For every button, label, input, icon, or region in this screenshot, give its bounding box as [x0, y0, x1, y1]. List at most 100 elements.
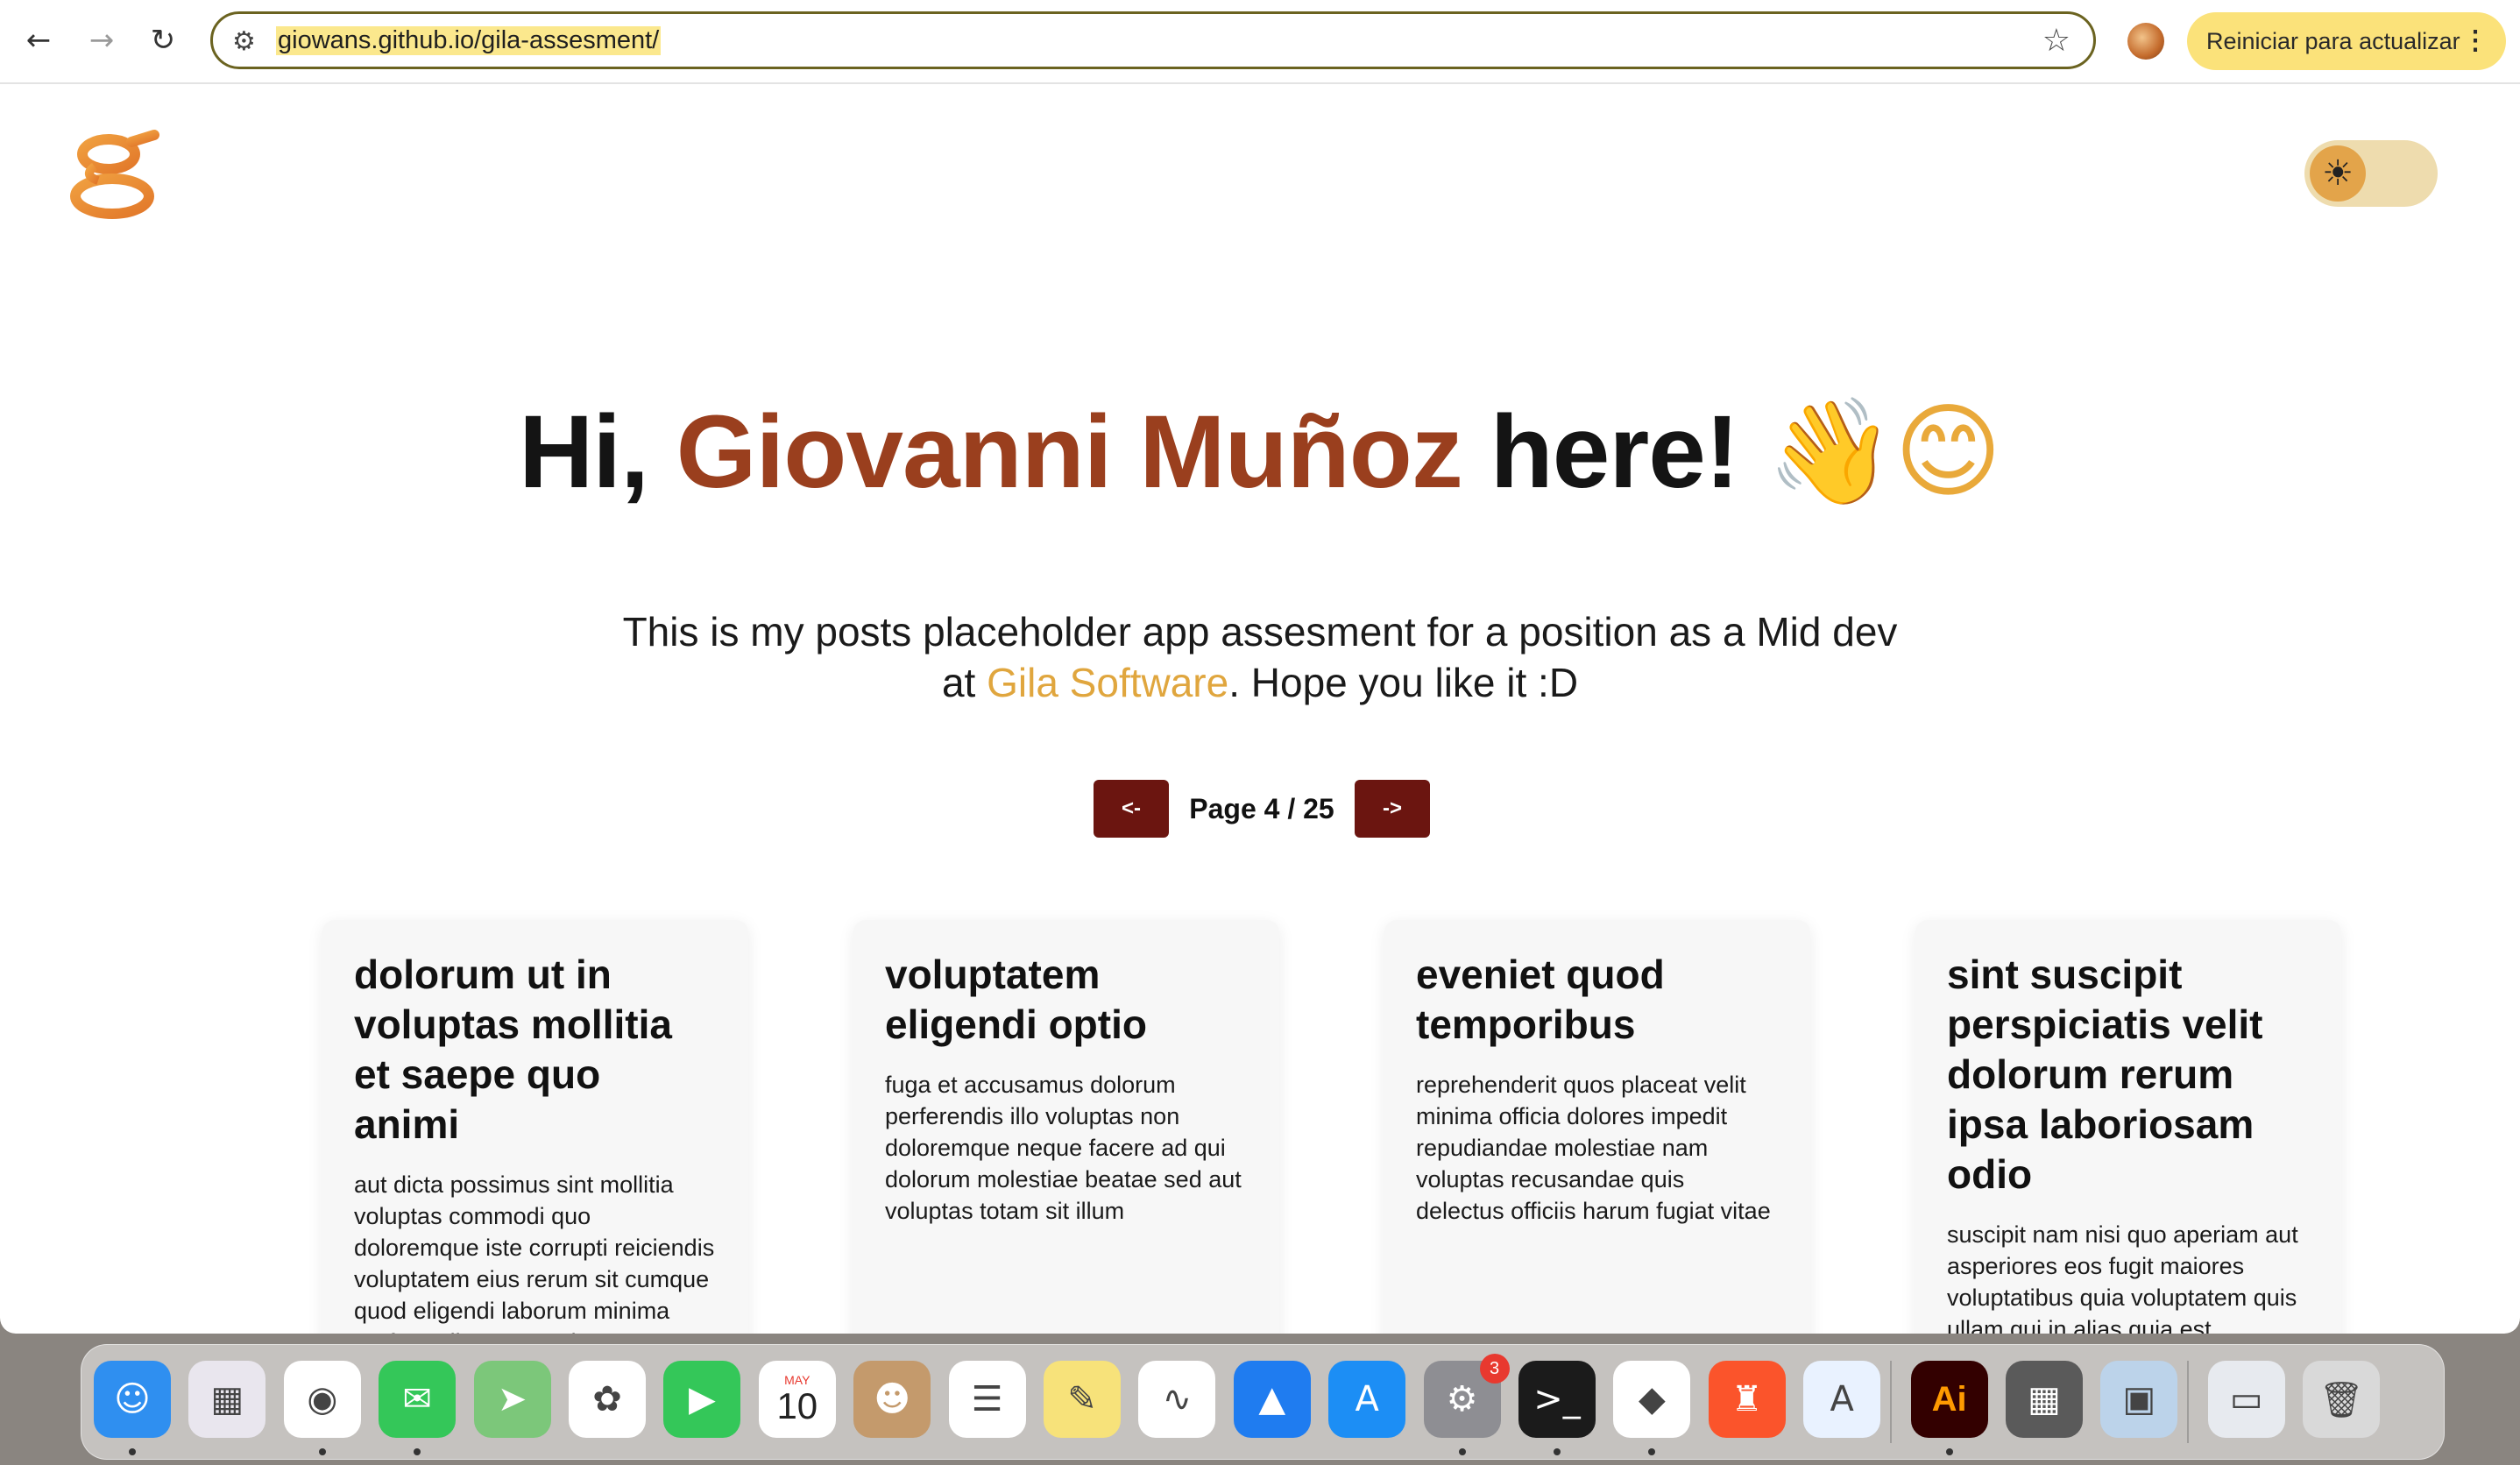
bookmark-star-icon[interactable]: ☆ [2042, 23, 2071, 59]
previous-page-label: <- [1121, 796, 1141, 820]
post-body: fuga et accusamus dolorum perferendis il… [885, 1072, 1242, 1224]
finder-glyph: ☺ [114, 1379, 151, 1419]
post-card[interactable]: dolorum ut in voluptas mollitia et saepe… [322, 920, 748, 1334]
intro-text: This is my posts placeholder app assesme… [613, 606, 1907, 708]
chrome-glyph: ◉ [307, 1379, 338, 1419]
post-title: voluptatem eligendi optio [885, 952, 1147, 1047]
launchpad-glyph: ▦ [210, 1379, 244, 1419]
more-menu-icon[interactable]: ⋮ [2462, 12, 2488, 70]
terminal-glyph: >_ [1533, 1379, 1581, 1419]
profile-avatar[interactable] [2127, 23, 2164, 60]
sun-icon: ☀ [2310, 145, 2366, 202]
preview-icon[interactable]: ▣ [2100, 1361, 2178, 1438]
xcode-instruments-icon[interactable]: A [1803, 1361, 1881, 1438]
previous-page-button[interactable]: <- [1094, 780, 1169, 838]
messages-glyph: ✉ [402, 1379, 432, 1419]
hero-suffix: here! [1490, 394, 1740, 510]
chrome-icon[interactable]: ◉ [283, 1361, 361, 1438]
contacts-icon[interactable]: ☻ [853, 1361, 931, 1438]
vscode-glyph: ◆ [1639, 1379, 1666, 1419]
running-indicator [1945, 1448, 1953, 1455]
keynote-glyph: ▲ [1258, 1379, 1286, 1419]
notification-badge: 3 [1479, 1354, 1510, 1384]
system-settings-glyph: ⚙ [1446, 1379, 1478, 1419]
post-card[interactable]: sint suscipit perspiciatis velit dolorum… [1915, 920, 2341, 1334]
messages-icon[interactable]: ✉ [379, 1361, 457, 1438]
post-title: dolorum ut in voluptas mollitia et saepe… [354, 952, 672, 1147]
illustrator-glyph: Ai [1931, 1379, 1967, 1419]
trash-glyph: 🗑 [2318, 1379, 2364, 1420]
app-store-icon[interactable]: A [1328, 1361, 1406, 1438]
reminders-icon[interactable]: ☰ [948, 1361, 1026, 1438]
facetime-icon[interactable]: ▶ [663, 1361, 741, 1438]
reminders-glyph: ☰ [971, 1379, 1003, 1419]
page-indicator: Page 4 / 25 [1189, 793, 1334, 825]
post-card[interactable]: voluptatem eligendi optio fuga et accusa… [853, 920, 1279, 1334]
terminal-icon[interactable]: >_ [1518, 1361, 1596, 1438]
restart-to-update-label: Reiniciar para actualizar [2206, 28, 2460, 54]
sun-glyph: ☀ [2322, 153, 2354, 194]
hero-greeting: Hi, [519, 394, 649, 510]
wave-smile-emoji: 👋😊 [1766, 391, 2002, 512]
vscode-icon[interactable]: ◆ [1613, 1361, 1691, 1438]
dock-separator [2186, 1361, 2189, 1443]
macos-dock: ☺ ▦ ◉ ✉ ➤ ✿ ▶ MAY 10 ☻ ☰ ✎ ∿ ▲ A ⚙ 3 >_ ◆ ♜ A Ai ▦ ▣ ▭ 🗑 [81, 1344, 2445, 1460]
keynote-icon[interactable]: ▲ [1233, 1361, 1311, 1438]
facetime-glyph: ▶ [689, 1379, 716, 1419]
calculator-icon[interactable]: ▦ [2006, 1361, 2083, 1438]
post-body: aut dicta possimus sint mollitia volupta… [354, 1171, 715, 1334]
post-title: eveniet quod temporibus [1416, 952, 1665, 1047]
contacts-glyph: ☻ [874, 1379, 911, 1419]
post-body: reprehenderit quos placeat velit minima … [1416, 1072, 1771, 1224]
post-title: sint suscipit perspiciatis velit dolorum… [1947, 952, 2263, 1197]
theme-toggle[interactable]: ☀ [2304, 140, 2438, 207]
pagination: <- Page 4 / 25 -> [1094, 780, 1430, 838]
intro-after: . Hope you like it :D [1228, 660, 1579, 705]
running-indicator [1458, 1448, 1466, 1455]
brave-glyph: ♜ [1731, 1379, 1763, 1419]
notes-glyph: ✎ [1067, 1379, 1097, 1419]
calendar-day-label: 10 [776, 1385, 818, 1426]
hero-heading: Hi, Giovanni Muñoz here! 👋😊 [0, 391, 2520, 513]
url-text[interactable]: giowans.github.io/gila-assesment/ [276, 26, 662, 55]
xcode-instruments-glyph: A [1830, 1379, 1854, 1419]
calculator-glyph: ▦ [2028, 1379, 2061, 1419]
running-indicator [129, 1448, 136, 1455]
address-bar[interactable]: ⚙ giowans.github.io/gila-assesment/ ☆ [210, 11, 2096, 69]
finder-icon[interactable]: ☺ [94, 1361, 171, 1438]
window-stack-glyph: ▭ [2229, 1379, 2263, 1419]
freeform-glyph: ∿ [1162, 1379, 1193, 1419]
running-indicator [318, 1448, 326, 1455]
dock-separator [1889, 1361, 1892, 1443]
hero-name: Giovanni Muñoz [676, 394, 1463, 510]
photos-glyph: ✿ [592, 1379, 622, 1419]
browser-toolbar: ← → ↻ ⚙ giowans.github.io/gila-assesment… [0, 0, 2520, 84]
maps-glyph: ➤ [497, 1379, 527, 1419]
company-name: Gila Software [987, 660, 1229, 705]
back-button[interactable]: ← [16, 18, 61, 63]
freeform-icon[interactable]: ∿ [1138, 1361, 1216, 1438]
app-store-glyph: A [1355, 1379, 1379, 1419]
next-page-label: -> [1382, 796, 1402, 820]
trash-icon[interactable]: 🗑 [2303, 1361, 2381, 1438]
brave-icon[interactable]: ♜ [1708, 1361, 1786, 1438]
running-indicator [1554, 1448, 1561, 1455]
forward-button[interactable]: → [79, 18, 124, 63]
restart-to-update-button[interactable]: Reiniciar para actualizar ⋮ [2187, 12, 2506, 70]
maps-icon[interactable]: ➤ [473, 1361, 551, 1438]
reload-button[interactable]: ↻ [140, 18, 186, 63]
launchpad-icon[interactable]: ▦ [188, 1361, 266, 1438]
illustrator-icon[interactable]: Ai [1910, 1361, 1988, 1438]
running-indicator [1648, 1448, 1656, 1455]
site-info-icon[interactable]: ⚙ [232, 26, 256, 57]
site-logo[interactable] [63, 128, 161, 224]
post-card[interactable]: eveniet quod temporibus reprehenderit qu… [1384, 920, 1810, 1334]
next-page-button[interactable]: -> [1355, 780, 1430, 838]
calendar-icon[interactable]: MAY 10 [758, 1361, 836, 1438]
notes-icon[interactable]: ✎ [1044, 1361, 1121, 1438]
window-stack-icon[interactable]: ▭ [2207, 1361, 2285, 1438]
back-arrow-icon: ← [25, 23, 52, 58]
photos-icon[interactable]: ✿ [569, 1361, 646, 1438]
post-body: suscipit nam nisi quo aperiam aut asperi… [1947, 1221, 2298, 1334]
page-viewport: g ☀ Hi, Giovanni Muñoz here! 👋😊 This is … [0, 84, 2520, 1334]
